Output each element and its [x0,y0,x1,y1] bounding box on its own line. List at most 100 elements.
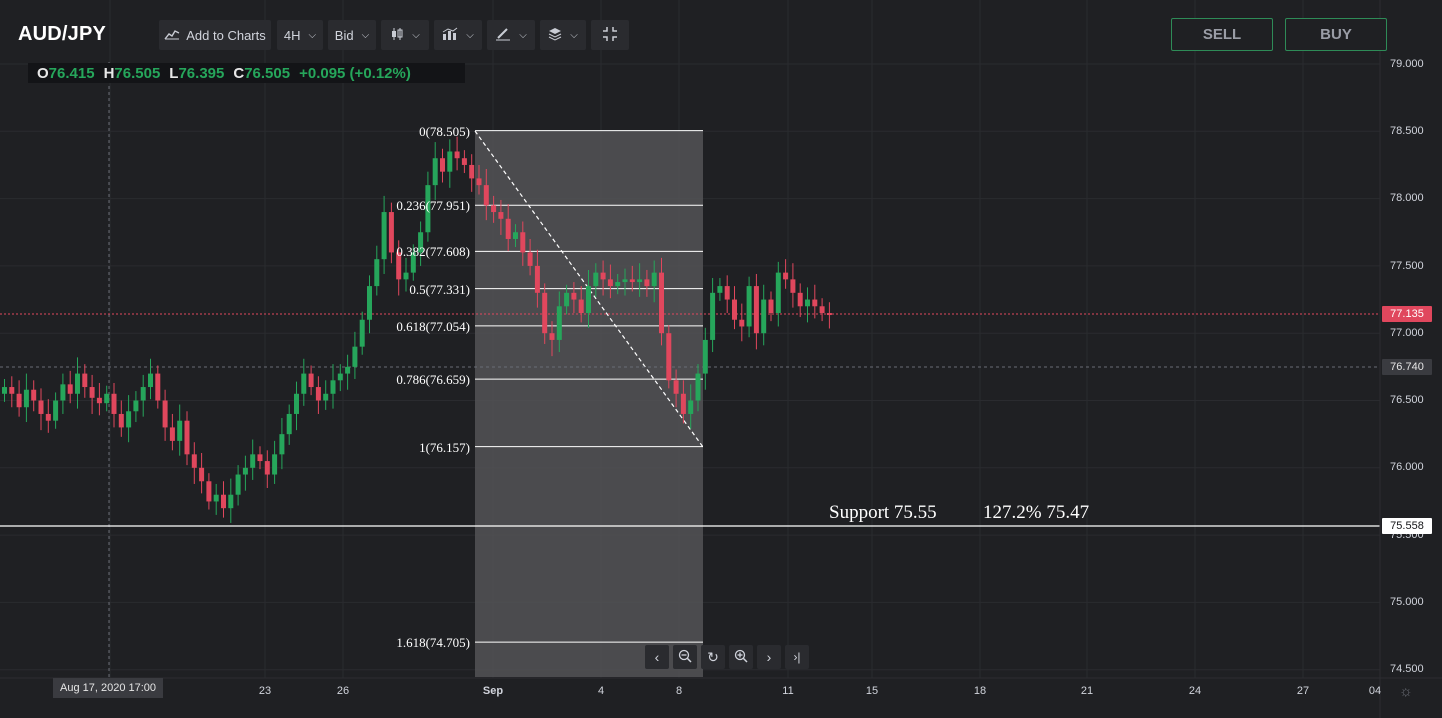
candle-body [505,218,511,239]
candle-body [513,232,518,239]
skip-to-end-icon: ›| [793,650,801,664]
zoom-in-icon [734,649,748,666]
candle-body [753,286,759,334]
scroll-right-button[interactable]: › [757,645,781,669]
layers-icon [548,27,562,44]
reset-chart-button[interactable]: ↻ [701,645,725,669]
chevron-left-icon: ‹ [654,649,660,665]
y-tick-label: 74.500 [1390,663,1424,675]
candle-body [469,164,475,179]
sell-button[interactable]: SELL [1171,18,1273,51]
candle-body [104,393,110,404]
chart-add-icon [164,28,180,43]
chevron-right-icon: › [766,649,772,665]
y-tick-label: 78.000 [1390,192,1424,204]
candle-body [213,494,219,502]
candle-body [155,373,161,401]
candle-body [184,420,190,455]
candle-body [199,467,205,482]
x-tick-label: 26 [336,685,350,697]
y-tick-label: 75.000 [1390,596,1424,608]
buy-button[interactable]: BUY [1285,18,1387,51]
price-chart[interactable] [0,0,1442,718]
candle-body [53,400,59,421]
scroll-left-button[interactable]: ‹ [645,645,669,669]
candle-body [250,454,256,468]
candle-body [257,454,263,462]
price-type-dropdown[interactable]: Bid ⌵ [328,20,376,50]
candle-body [717,286,723,293]
chevron-down-icon: ⌵ [570,29,578,41]
candle-body [542,292,548,334]
candle-body [440,158,445,172]
support-annotation: Support 75.55 [829,502,937,523]
candle-body [564,292,570,307]
candle-body [191,454,197,468]
fib-level-label: 0(78.505) [419,124,470,139]
candle-body [447,151,453,172]
add-to-charts-button[interactable]: Add to Charts [159,20,271,50]
candle-body [724,286,730,300]
chevron-down-icon: ⌵ [308,29,317,41]
y-tick-label: 79.000 [1390,58,1424,70]
x-tick-label: 24 [1188,685,1202,697]
candle-body [461,158,467,165]
chart-type-dropdown[interactable]: ⌵ [381,20,429,50]
support-price-tag: 75.558 [1382,518,1432,534]
candle-body [89,387,95,398]
candle-body [746,286,752,327]
candle-body [797,292,803,307]
candle-body [315,387,321,401]
candle-body [82,373,88,388]
candle-body [491,205,497,213]
zoom-in-button[interactable] [729,645,753,669]
candle-body [586,286,591,314]
extension-annotation: 127.2% 75.47 [983,502,1090,523]
close-value: 76.505 [244,64,291,82]
candle-body [228,494,234,509]
candle-body [286,413,292,435]
price-type-value: Bid [334,27,354,43]
refresh-icon: ↻ [707,648,719,665]
add-to-charts-label: Add to Charts [186,27,266,43]
zoom-out-icon [678,649,692,666]
candle-body [133,400,139,412]
x-tick-label: 11 [782,685,794,697]
candle-body [352,346,358,367]
x-tick-label: 23 [258,685,272,697]
candle-body [294,393,299,414]
candle-body [16,393,22,408]
layers-dropdown[interactable]: ⌵ [540,20,586,50]
symbol-title: AUD/JPY [18,23,107,45]
chevron-down-icon: ⌵ [412,29,420,41]
candle-body [140,387,146,401]
interval-dropdown[interactable]: 4H ⌵ [277,20,323,50]
candle-body [483,185,489,206]
settings-icon[interactable]: ☼ [1399,683,1413,700]
scroll-to-latest-button[interactable]: ›| [785,645,809,669]
candle-body [549,333,555,340]
drawing-tools-dropdown[interactable]: ⌵ [487,20,535,50]
indicators-dropdown[interactable]: ⌵ [434,20,482,50]
collapse-button[interactable] [591,20,629,50]
candle-body [805,299,810,307]
candle-body [118,413,124,428]
low-value: 76.395 [178,64,225,82]
open-value: 76.415 [48,64,95,82]
x-tick-label: 8 [675,685,683,697]
candle-body [644,279,650,287]
zoom-out-button[interactable] [673,645,697,669]
candle-body [432,158,438,186]
candle-body [126,411,132,428]
fib-level-label: 0.786(76.659) [396,372,470,387]
candle-body [622,279,628,283]
candle-body [148,373,153,388]
candle-body [739,319,745,327]
candle-body [775,272,781,314]
chevron-down-icon: ⌵ [466,29,474,41]
candle-body [403,272,409,280]
candle-body [221,494,226,509]
candle-body [578,299,584,314]
candle-body [454,151,460,159]
candle-body [761,299,767,334]
